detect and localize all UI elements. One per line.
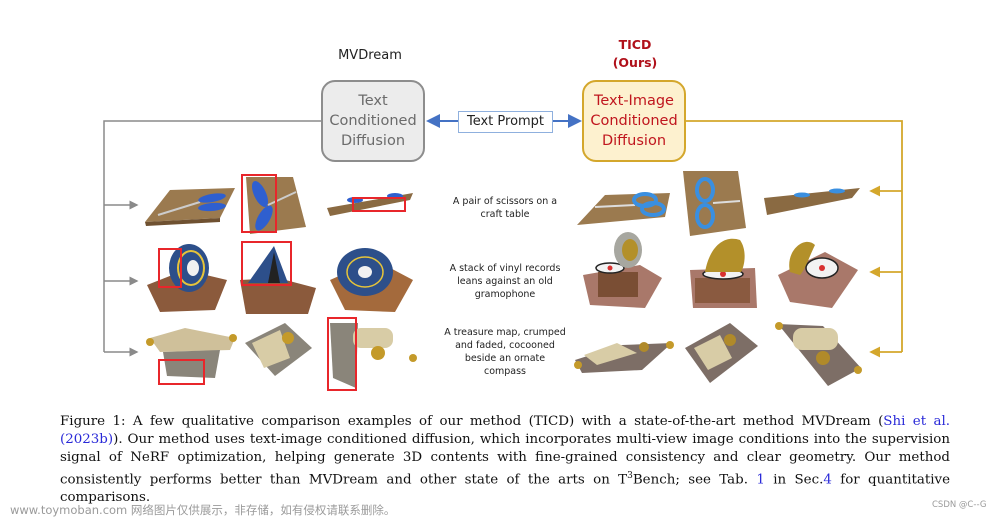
ticd-diffusion-box: Text-Image Conditioned Diffusion (582, 80, 686, 162)
prompt-line: compass (483, 366, 527, 377)
table-ref-link[interactable]: 1 (756, 472, 765, 487)
ticd-map-view-3 (775, 322, 862, 386)
artifact-highlight (241, 241, 292, 286)
ticd-title: TICD (Ours) (590, 36, 680, 72)
prompt-line: leans against an old (457, 276, 553, 287)
box-line: Diffusion (601, 133, 667, 149)
ticd-scissors-view-1 (577, 192, 670, 225)
ticd-gramophone-view-1 (583, 232, 662, 308)
prompt-line: A treasure map, crumped (444, 327, 566, 338)
figure-caption: Figure 1: A few qualitative comparison e… (60, 413, 950, 507)
mvdream-diffusion-box: Text Conditioned Diffusion (321, 80, 425, 162)
ticd-gramophone-view-2 (690, 238, 757, 308)
artifact-highlight (352, 197, 406, 212)
text-prompt-box: Text Prompt (458, 111, 553, 133)
section-ref-link[interactable]: 4 (823, 472, 832, 487)
ticd-gramophone-view-3 (778, 241, 858, 308)
prompt-gramophone: A stack of vinyl records leans against a… (440, 262, 570, 301)
ticd-name: TICD (618, 37, 652, 52)
artifact-highlight (327, 317, 357, 391)
artifact-highlight (158, 359, 205, 385)
box-line: Diffusion (340, 133, 406, 149)
artifact-highlight (158, 248, 182, 288)
prompt-line: craft table (480, 209, 530, 220)
caption-text: in Sec. (764, 472, 824, 488)
ticd-scissors-view-3 (764, 188, 860, 215)
prompt-scissors: A pair of scissors on a craft table (440, 195, 570, 221)
prompt-line: and faded, cocooned (455, 340, 555, 351)
prompt-treasure-map: A treasure map, crumped and faded, cocoo… (440, 326, 570, 378)
prompt-line: A stack of vinyl records (449, 263, 561, 274)
mvdream-scissors-view-1 (145, 188, 235, 226)
mvdream-map-view-2 (245, 323, 312, 376)
box-line: Conditioned (590, 113, 678, 129)
prompt-line: gramophone (474, 289, 536, 300)
watermark-left: www.toymoban.com 网络图片仅供展示，非存储，如有侵权请联系删除。 (10, 503, 396, 517)
mvdream-gramophone-view-3 (330, 248, 413, 312)
prompt-line: beside an ornate (464, 353, 546, 364)
prompt-line: A pair of scissors on a (452, 196, 558, 207)
box-line: Conditioned (329, 113, 417, 129)
box-line: Text (358, 93, 388, 109)
watermark-right: CSDN @C--G (932, 500, 987, 510)
caption-text: Figure 1: A few qualitative comparison e… (60, 414, 884, 429)
ticd-ours: (Ours) (612, 55, 658, 70)
ticd-map-view-2 (685, 323, 758, 383)
mvdream-title: MVDream (338, 48, 402, 63)
box-line: Text-Image (594, 93, 674, 109)
ticd-map-view-1 (574, 341, 674, 373)
caption-text: Bench; see Tab. (632, 472, 757, 488)
artifact-highlight (241, 174, 277, 233)
